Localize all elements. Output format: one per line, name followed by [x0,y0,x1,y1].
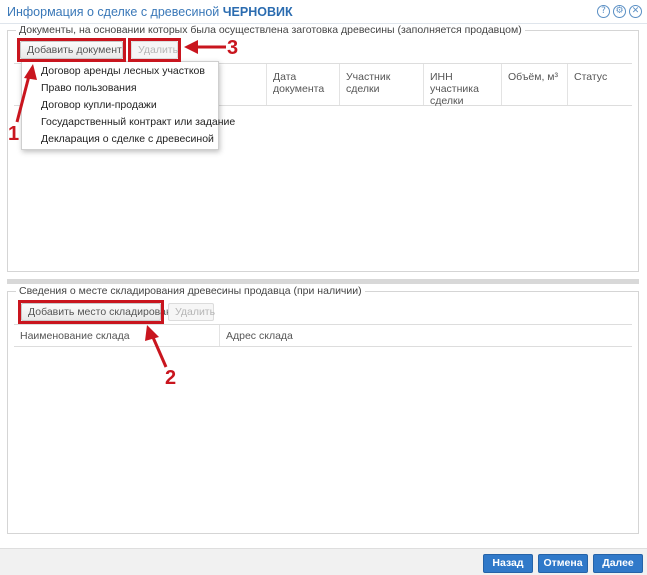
dropdown-item-declaration[interactable]: Декларация о сделке с древесиной [22,131,218,148]
next-button[interactable]: Далее [593,554,643,573]
column-header-warehouse-name[interactable]: Наименование склада [14,325,219,346]
close-icon[interactable]: ✕ [629,5,642,18]
title-text: Информация о сделке с древесиной [7,5,223,19]
window-title: Информация о сделке с древесиной ЧЕРНОВИ… [7,5,293,19]
section-separator [7,279,639,284]
cancel-button[interactable]: Отмена [538,554,588,573]
column-header-volume[interactable]: Объём, м³ [501,64,567,105]
dropdown-item-state-contract[interactable]: Государственный контракт или задание [22,114,235,131]
title-bar: Информация о сделке с древесиной ЧЕРНОВИ… [0,0,647,24]
dropdown-item-right-of-use[interactable]: Право пользования [22,80,218,97]
documents-legend: Документы, на основании которых была осу… [16,24,525,36]
column-header-date[interactable]: Дата документа [266,64,339,105]
help-icon[interactable]: ? [597,5,610,18]
annotation-label-1: 1 [8,123,20,145]
title-status: ЧЕРНОВИК [222,5,293,19]
settings-icon[interactable]: ⚙ [613,5,626,18]
storage-legend: Сведения о месте складирования древесины… [16,285,365,297]
document-type-dropdown: Договор аренды лесных участков Право пол… [21,61,235,150]
column-header-warehouse-address[interactable]: Адрес склада [219,325,632,346]
column-header-inn[interactable]: ИНН участника сделки [423,64,501,107]
annotation-label-3: 3 [227,37,239,59]
storage-grid-header: Наименование склада Адрес склада [14,324,632,347]
footer-toolbar: Назад Отмена Далее [0,548,647,575]
back-button[interactable]: Назад [483,554,533,573]
annotation-label-2: 2 [165,367,177,389]
delete-storage-button[interactable]: Удалить [168,303,215,321]
column-header-participant[interactable]: Участник сделки [339,64,423,105]
highlight-add-storage [18,300,164,324]
dropdown-item-forest-lease[interactable]: Договор аренды лесных участков [22,63,218,80]
highlight-add-document [17,38,126,62]
dropdown-item-sale-contract[interactable]: Договор купли-продажи [22,97,218,114]
highlight-delete-document [128,38,181,62]
column-header-status[interactable]: Статус [567,64,632,105]
